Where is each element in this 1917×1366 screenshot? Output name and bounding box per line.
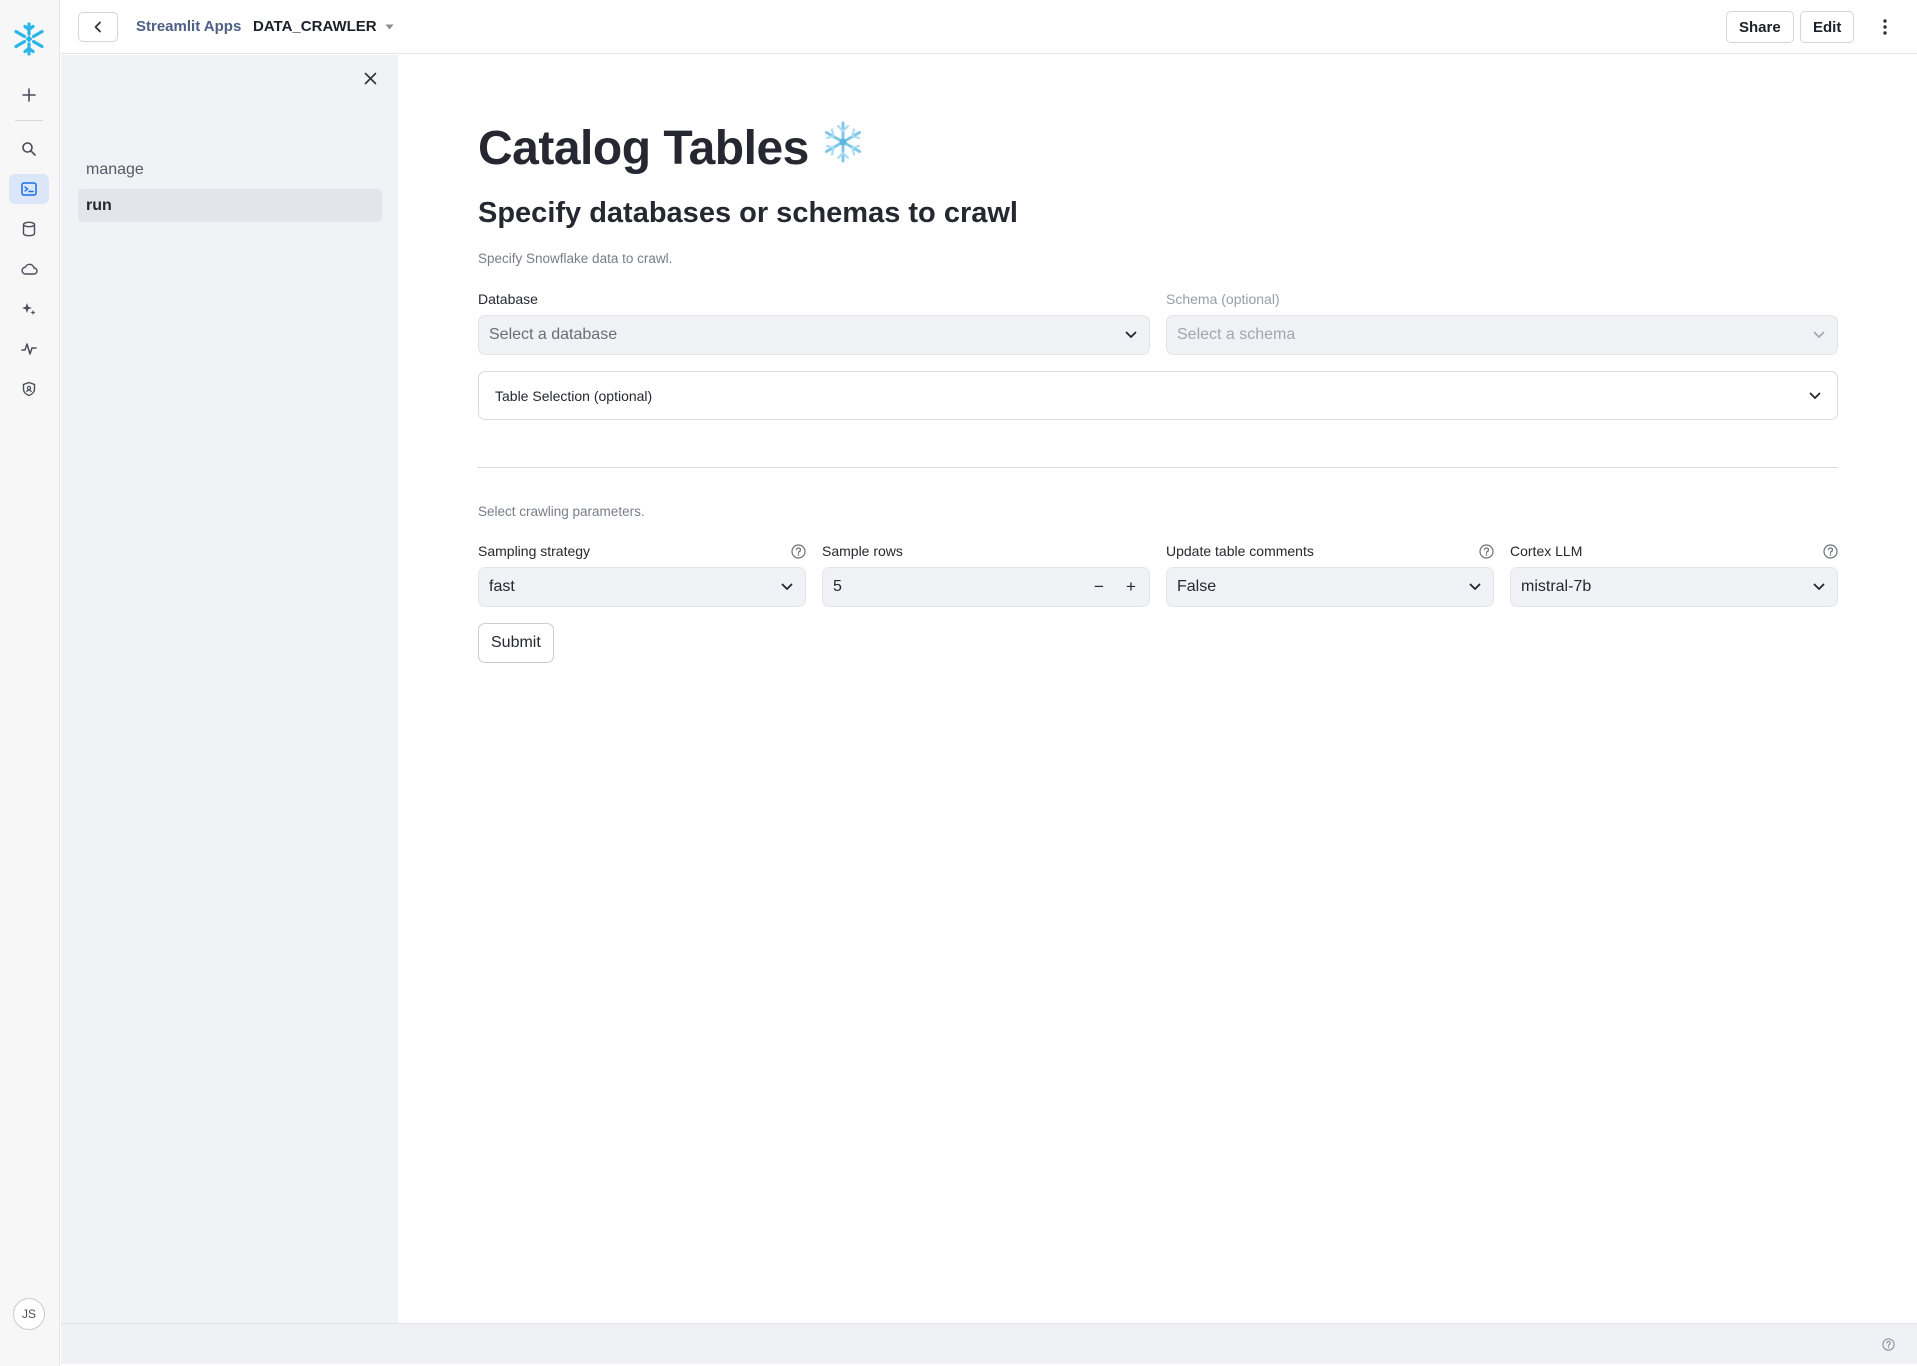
increment-button[interactable]: +	[1119, 575, 1143, 599]
section-heading: Specify databases or schemas to crawl	[478, 197, 1018, 229]
caret-down-icon	[385, 24, 394, 29]
page-title: Catalog Tables	[478, 120, 865, 176]
sidebar-nav: manage run	[78, 153, 382, 225]
left-rail: JS	[0, 0, 60, 1366]
edit-button[interactable]: Edit	[1800, 11, 1855, 43]
sampling-strategy-label: Sampling strategy	[478, 543, 591, 559]
update-comments-value: False	[1177, 578, 1217, 595]
close-sidebar-icon[interactable]	[360, 68, 380, 88]
help-icon[interactable]	[1478, 543, 1494, 559]
caption-specify-data: Specify Snowflake data to crawl.	[478, 251, 673, 266]
chevron-down-icon	[1813, 583, 1825, 590]
update-comments-select[interactable]: False	[1166, 567, 1494, 607]
cortex-llm-value: mistral-7b	[1521, 578, 1592, 595]
sampling-strategy-value: fast	[489, 578, 515, 595]
snowflake-logo[interactable]	[10, 20, 48, 58]
bottom-bar	[61, 1323, 1917, 1364]
sample-rows-value[interactable]: 5	[833, 578, 842, 596]
plus-icon[interactable]	[9, 80, 49, 110]
database-label: Database	[478, 291, 538, 307]
database-select[interactable]: Select a database	[478, 315, 1150, 355]
database-placeholder: Select a database	[489, 326, 618, 343]
chevron-down-icon	[1469, 583, 1481, 590]
cortex-llm-label: Cortex LLM	[1510, 543, 1583, 559]
cloud-icon[interactable]	[9, 254, 49, 284]
app-name: DATA_CRAWLER	[253, 18, 377, 35]
sidebar-item-run[interactable]: run	[78, 189, 382, 222]
sidebar-item-manage[interactable]: manage	[78, 153, 382, 186]
schema-select[interactable]: Select a schema	[1166, 315, 1838, 355]
avatar[interactable]: JS	[13, 1298, 45, 1330]
search-icon[interactable]	[9, 134, 49, 164]
main-content: Catalog Tables Specify databases or sche…	[398, 55, 1917, 1323]
rail-divider	[15, 120, 43, 121]
expander-label: Table Selection (optional)	[495, 387, 653, 404]
snowflake-emoji-icon	[821, 120, 865, 176]
database-icon[interactable]	[9, 214, 49, 244]
app-name-dropdown[interactable]: DATA_CRAWLER	[253, 18, 394, 35]
shield-icon[interactable]	[9, 374, 49, 404]
back-button[interactable]	[78, 12, 118, 42]
help-icon[interactable]	[1882, 1338, 1895, 1356]
chevron-left-icon	[94, 21, 101, 33]
activity-icon[interactable]	[9, 334, 49, 364]
chevron-down-icon	[781, 583, 793, 590]
schema-placeholder: Select a schema	[1177, 326, 1296, 343]
breadcrumb-streamlit-apps[interactable]: Streamlit Apps	[136, 18, 241, 35]
terminal-icon[interactable]	[9, 174, 49, 204]
chevron-down-icon	[1125, 331, 1137, 338]
share-button[interactable]: Share	[1726, 11, 1794, 43]
sparkle-icon[interactable]	[9, 294, 49, 324]
app-sidebar: manage run	[61, 55, 398, 1323]
table-selection-expander[interactable]: Table Selection (optional)	[478, 371, 1838, 420]
page-title-text: Catalog Tables	[478, 121, 809, 175]
help-icon[interactable]	[790, 543, 806, 559]
update-comments-label: Update table comments	[1166, 543, 1314, 559]
cortex-llm-select[interactable]: mistral-7b	[1510, 567, 1838, 607]
caption-crawling-params: Select crawling parameters.	[478, 504, 645, 519]
chevron-down-icon	[1809, 392, 1821, 399]
schema-label: Schema (optional)	[1166, 291, 1280, 307]
submit-button[interactable]: Submit	[478, 623, 554, 663]
sample-rows-label: Sample rows	[822, 543, 903, 559]
sample-rows-stepper[interactable]: 5 − +	[822, 567, 1150, 607]
divider	[478, 467, 1838, 468]
more-options-icon[interactable]	[1875, 14, 1895, 40]
decrement-button[interactable]: −	[1087, 575, 1111, 599]
sampling-strategy-select[interactable]: fast	[478, 567, 806, 607]
help-icon[interactable]	[1822, 543, 1838, 559]
top-bar: Streamlit Apps DATA_CRAWLER Share Edit	[60, 0, 1917, 54]
chevron-down-icon	[1813, 331, 1825, 338]
